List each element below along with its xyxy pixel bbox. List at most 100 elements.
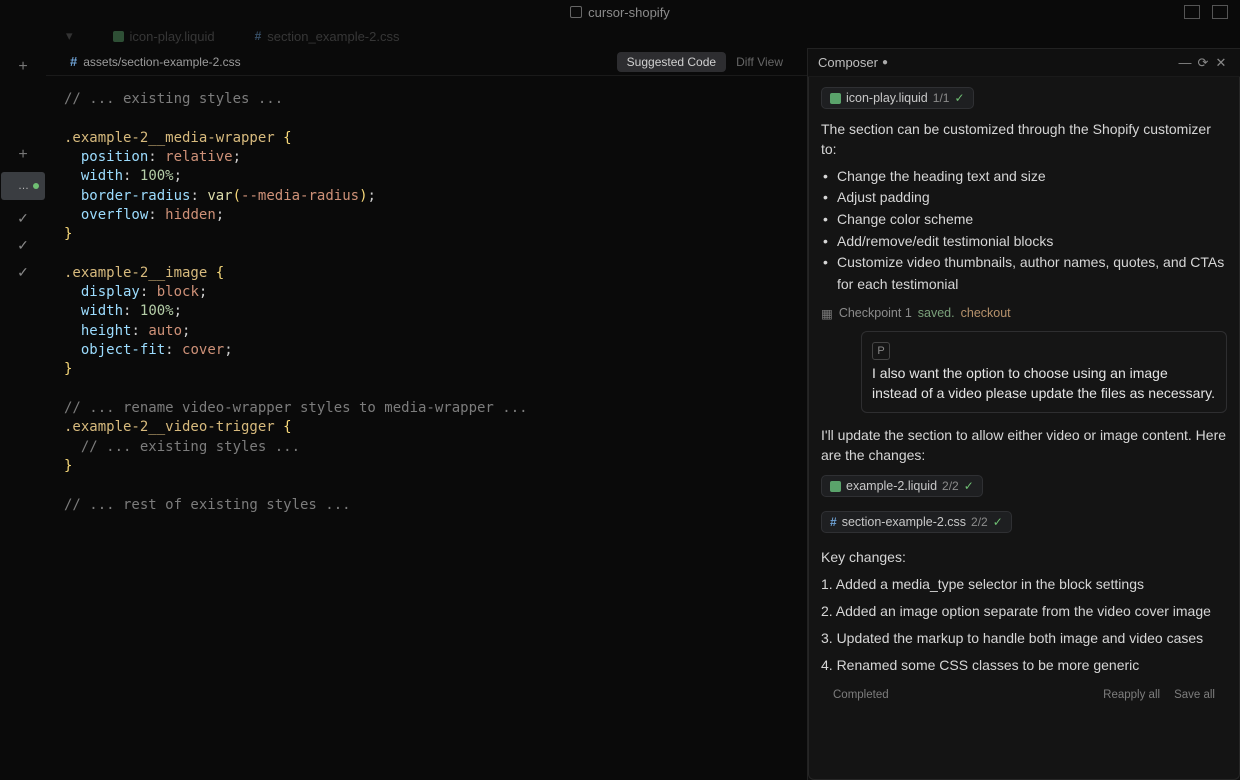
dirty-dot-icon: ● xyxy=(882,57,888,68)
list-item: 2. Added an image option separate from t… xyxy=(821,601,1227,622)
composer-body: icon-play.liquid 1/1 ✓ The section can b… xyxy=(808,77,1240,780)
chip-label: section-example-2.css xyxy=(842,515,966,529)
prompt-icon: P xyxy=(872,342,890,360)
file-chip-example-2-liquid[interactable]: example-2.liquid 2/2 ✓ xyxy=(821,475,983,497)
code-selector: .example-2__media-wrapper xyxy=(64,130,275,146)
code-editor[interactable]: // ... existing styles ... .example-2__m… xyxy=(46,76,807,780)
list-item: Add/remove/edit testimonial blocks xyxy=(821,231,1227,253)
code-value: 100% xyxy=(140,168,174,184)
refresh-icon[interactable]: ⟳ xyxy=(1194,55,1212,71)
key-changes-list: 1. Added a media_type selector in the bl… xyxy=(821,574,1227,682)
panel-toggle-icon[interactable] xyxy=(1184,5,1200,19)
check-icon[interactable]: ✓ xyxy=(17,237,29,254)
assistant-text: The section can be customized through th… xyxy=(821,119,1227,160)
code-var: --media-radius xyxy=(241,188,359,204)
add-cursor-icon[interactable]: + xyxy=(18,58,27,76)
liquid-file-icon xyxy=(830,481,841,492)
project-title: cursor-shopify xyxy=(588,5,670,20)
save-all-button[interactable]: Save all xyxy=(1174,689,1215,701)
code-value: hidden xyxy=(165,207,216,223)
minimize-icon[interactable]: — xyxy=(1176,55,1194,70)
code-prop: border-radius xyxy=(81,188,191,204)
checkpoint-line: ▦ Checkpoint 1 saved. checkout xyxy=(821,306,1227,321)
composer-panel: Composer ● — ⟳ ✕ icon-play.liquid 1/1 ✓ … xyxy=(808,48,1240,780)
check-icon[interactable]: ✓ xyxy=(17,264,29,281)
liquid-file-icon xyxy=(830,93,841,104)
code-prop: width xyxy=(81,303,123,319)
code-selector: .example-2__video-trigger xyxy=(64,419,275,435)
key-changes-heading: Key changes: xyxy=(821,547,1227,567)
code-selector: .example-2__image xyxy=(64,265,207,281)
open-tabs: ▾ icon-play.liquid # section_example-2.c… xyxy=(0,24,1240,48)
composer-title: Composer xyxy=(818,55,878,70)
editor-filename: assets/section-example-2.css xyxy=(83,55,240,69)
chip-count: 1/1 xyxy=(933,91,950,105)
layout-icon[interactable] xyxy=(1212,5,1228,19)
list-item: Change color scheme xyxy=(821,209,1227,231)
code-value: cover xyxy=(182,342,224,358)
list-item: 1. Added a media_type selector in the bl… xyxy=(821,574,1227,595)
checkpoint-branch: checkout xyxy=(961,306,1011,320)
tab-unknown-1[interactable]: ▾ xyxy=(60,28,73,44)
code-prop: overflow xyxy=(81,207,148,223)
editor-header: # assets/section-example-2.css Suggested… xyxy=(46,48,807,76)
check-icon[interactable]: ✓ xyxy=(17,210,29,227)
code-prop: display xyxy=(81,284,140,300)
editor-pane: # assets/section-example-2.css Suggested… xyxy=(46,48,808,780)
code-prop: object-fit xyxy=(81,342,165,358)
code-value: relative xyxy=(165,149,232,165)
add-cursor-icon[interactable]: + xyxy=(18,146,27,164)
chip-count: 2/2 xyxy=(942,479,959,493)
file-chip-icon-play[interactable]: icon-play.liquid 1/1 ✓ xyxy=(821,87,974,109)
reapply-all-button[interactable]: Reapply all xyxy=(1103,689,1160,701)
css-file-icon: # xyxy=(830,515,837,529)
list-item: Adjust padding xyxy=(821,187,1227,209)
checkpoint-saved: saved. xyxy=(918,306,955,320)
check-icon: ✓ xyxy=(954,91,964,105)
project-icon xyxy=(570,6,582,18)
user-message: P I also want the option to choose using… xyxy=(861,331,1227,413)
close-icon[interactable]: ✕ xyxy=(1212,55,1230,71)
code-prop: height xyxy=(81,323,132,339)
code-prop: position xyxy=(81,149,148,165)
gutter-label: … xyxy=(18,180,29,192)
composer-footer: Completed Reapply all Save all xyxy=(821,686,1227,704)
tab-icon-play-liquid[interactable]: icon-play.liquid xyxy=(113,29,215,44)
liquid-file-icon xyxy=(113,31,124,42)
list-item: 4. Renamed some CSS classes to be more g… xyxy=(821,655,1227,676)
gutter-selected-change[interactable]: … xyxy=(1,172,45,200)
check-icon: ✓ xyxy=(964,479,974,493)
assistant-text: I'll update the section to allow either … xyxy=(821,425,1227,466)
list-item: Change the heading text and size xyxy=(821,166,1227,188)
tab-section-example-2-css[interactable]: # section_example-2.css xyxy=(255,29,400,44)
map-icon: ▦ xyxy=(821,306,833,321)
titlebar: cursor-shopify xyxy=(0,0,1240,24)
check-icon: ✓ xyxy=(993,515,1003,529)
composer-header: Composer ● — ⟳ ✕ xyxy=(808,49,1240,77)
code-value: 100% xyxy=(140,303,174,319)
list-item: Customize video thumbnails, author names… xyxy=(821,252,1227,295)
chip-label: example-2.liquid xyxy=(846,479,937,493)
user-message-text: I also want the option to choose using a… xyxy=(872,364,1216,403)
css-file-icon: # xyxy=(70,54,77,69)
file-chip-section-example-2-css[interactable]: # section-example-2.css 2/2 ✓ xyxy=(821,511,1012,533)
checkpoint-label: Checkpoint 1 xyxy=(839,306,912,320)
chevron-down-icon: ▾ xyxy=(66,28,73,44)
code-comment: // ... rename video-wrapper styles to me… xyxy=(64,400,528,416)
mode-suggested-code[interactable]: Suggested Code xyxy=(617,52,726,72)
code-comment: // ... rest of existing styles ... xyxy=(64,497,351,513)
code-comment: // ... existing styles ... xyxy=(64,91,283,107)
code-value: auto xyxy=(148,323,182,339)
list-item: 3. Updated the markup to handle both ima… xyxy=(821,628,1227,649)
change-gutter: + + … ✓ ✓ ✓ xyxy=(0,48,46,780)
chip-count: 2/2 xyxy=(971,515,988,529)
code-comment: // ... existing styles ... xyxy=(81,439,300,455)
mode-diff-view[interactable]: Diff View xyxy=(726,52,793,72)
code-value: block xyxy=(157,284,199,300)
chip-label: icon-play.liquid xyxy=(846,91,928,105)
status-completed: Completed xyxy=(833,689,889,701)
customize-list: Change the heading text and size Adjust … xyxy=(821,166,1227,296)
tab-label: section_example-2.css xyxy=(267,29,399,44)
code-fn: var xyxy=(207,188,232,204)
css-file-icon: # xyxy=(255,29,262,43)
